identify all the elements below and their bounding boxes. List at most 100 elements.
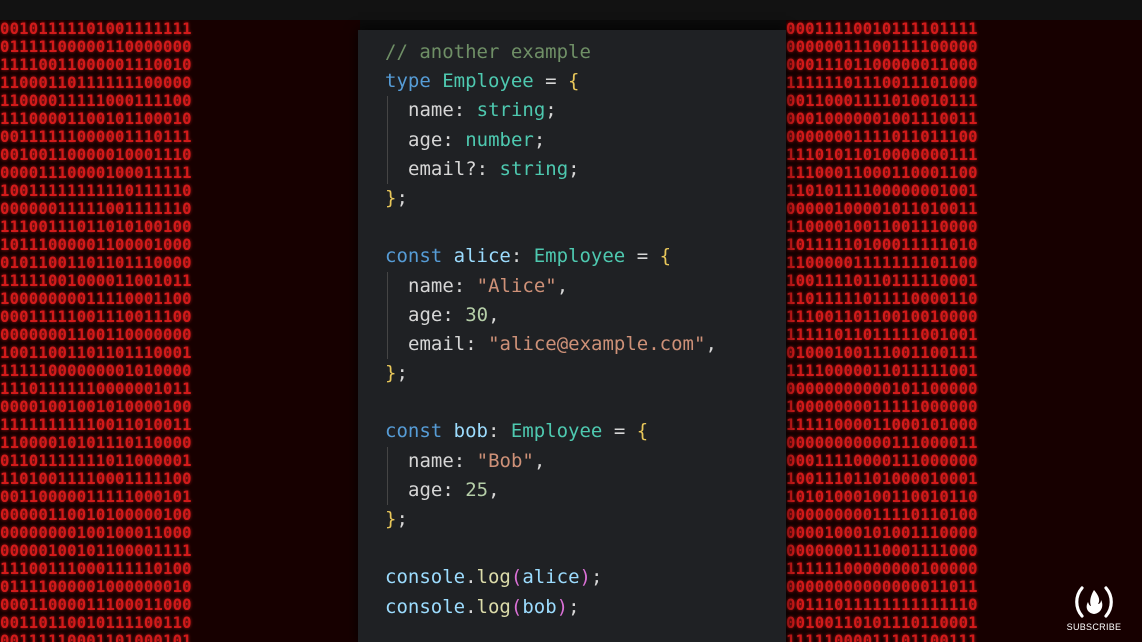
code-token: 25	[465, 478, 489, 501]
freecodecamp-flame-icon	[1072, 582, 1116, 622]
binary-row: 10011110110111110001	[786, 272, 978, 290]
code-token: .	[465, 595, 477, 618]
code-token: (	[510, 566, 523, 589]
binary-row: 00000000100100011000	[0, 524, 192, 542]
indent-guide	[387, 446, 388, 476]
code-token: :	[476, 157, 500, 180]
binary-row: 10101000100110010110	[786, 488, 978, 506]
binary-row: 00011101100000011000	[786, 56, 978, 74]
code-line: // another example	[385, 38, 717, 67]
code-token: "alice@example.com"	[488, 332, 706, 355]
code-line: name: "Bob",	[385, 446, 717, 476]
code-line: console.log(bob);	[385, 593, 717, 622]
code-token: email?	[408, 157, 477, 180]
binary-row: 00110000011111000101	[0, 488, 192, 506]
top-bar	[0, 0, 1142, 20]
binary-row: 11101011010000000111	[786, 146, 978, 164]
binary-row: 00111111000001110111	[0, 128, 192, 146]
binary-row: 11000110111111100000	[0, 74, 192, 92]
subscribe-button[interactable]: SUBSCRIBE	[1062, 582, 1126, 638]
binary-row: 11100111011010100100	[0, 218, 192, 236]
code-line: type Employee = {	[385, 67, 717, 96]
code-token: console	[385, 566, 466, 589]
code-token: :	[453, 274, 477, 297]
code-block: // another example type Employee = {name:…	[385, 38, 717, 622]
code-token: name	[408, 274, 454, 297]
code-token: :	[442, 478, 466, 501]
binary-row: 01111100000110000000	[0, 38, 192, 56]
binary-row: 00101111101001111111	[0, 20, 192, 38]
code-token: ,	[556, 274, 569, 297]
binary-row: 11010011110001111100	[0, 470, 192, 488]
binary-row: 00000100101100001111	[0, 542, 192, 560]
code-token: name	[408, 449, 454, 472]
code-token: ,	[705, 332, 717, 355]
code-token: bob	[453, 420, 488, 443]
code-token: ,	[533, 449, 546, 472]
code-token: "Bob"	[476, 449, 534, 472]
code-token: =	[533, 70, 569, 93]
indent-guide	[387, 475, 388, 505]
binary-row: 00100110000010001110	[0, 146, 192, 164]
binary-row: 11100110110010010000	[786, 308, 978, 326]
code-token: :	[465, 332, 489, 355]
binary-row: 11010111100000001001	[786, 182, 978, 200]
binary-row: 11000010011001110000	[786, 218, 978, 236]
code-token: ;	[396, 362, 408, 385]
code-token: ;	[590, 566, 603, 589]
binary-row: 11100001100101100010	[0, 110, 192, 128]
code-token: "Alice"	[476, 274, 557, 297]
code-token: const	[385, 420, 454, 443]
code-token: type	[385, 70, 443, 93]
code-line: console.log(alice);	[385, 563, 717, 592]
binary-row: 10111110100011111010	[786, 236, 978, 254]
binary-row: 00111110001101000101	[0, 632, 192, 642]
code-token: ;	[396, 508, 408, 530]
binary-row: 01011001101101110000	[0, 254, 192, 272]
binary-row: 11111101110011101000	[786, 74, 978, 92]
binary-row: 00011110000111000000	[786, 452, 978, 470]
binary-row: 01000100111001100111	[786, 344, 978, 362]
code-line: name: "Alice",	[385, 271, 717, 301]
code-token: const	[385, 245, 454, 268]
code-token: :	[453, 99, 477, 122]
binary-row: 00000000000111000011	[786, 434, 978, 452]
code-token: log	[476, 566, 511, 589]
code-token: :	[442, 303, 466, 326]
code-token: 30	[465, 303, 489, 326]
code-token: ;	[396, 186, 408, 209]
code-token: ,	[488, 303, 500, 326]
code-line: };	[385, 184, 717, 213]
binary-row: 11100111000111110100	[0, 560, 192, 578]
code-token: name	[408, 99, 454, 122]
code-token: ;	[545, 99, 557, 122]
binary-row: 10000000011111000000	[786, 398, 978, 416]
binary-row: 01111000001000000010	[0, 578, 192, 596]
code-token: Employee	[510, 420, 603, 443]
indent-guide	[387, 96, 388, 126]
code-token: =	[625, 245, 660, 268]
code-token: number	[465, 128, 534, 151]
binary-row: 00001001001010000100	[0, 398, 192, 416]
code-line: const alice: Employee = {	[385, 242, 717, 271]
code-token: email	[408, 332, 466, 355]
binary-row: 00000001111011011100	[786, 128, 978, 146]
code-token: age	[408, 478, 443, 501]
code-token: ,	[488, 478, 500, 501]
binary-row: 00110110010111100110	[0, 614, 192, 632]
code-token: {	[636, 420, 649, 443]
binary-row: 11000001111111101100	[786, 254, 978, 272]
code-token: age	[408, 128, 443, 151]
code-token: Employee	[533, 245, 626, 268]
code-line: age: number;	[385, 125, 717, 155]
code-token: ;	[568, 595, 580, 618]
binary-row: 00000001110001111000	[786, 542, 978, 560]
code-line: name: string;	[385, 96, 717, 126]
binary-row: 00000000011110110100	[786, 506, 978, 524]
code-token: )	[556, 595, 569, 618]
binary-row: 00001000101001110000	[786, 524, 978, 542]
indent-guide	[387, 125, 388, 155]
binary-row: 11111001000011001011	[0, 272, 192, 290]
binary-row: 00011110010111101111	[786, 20, 978, 38]
